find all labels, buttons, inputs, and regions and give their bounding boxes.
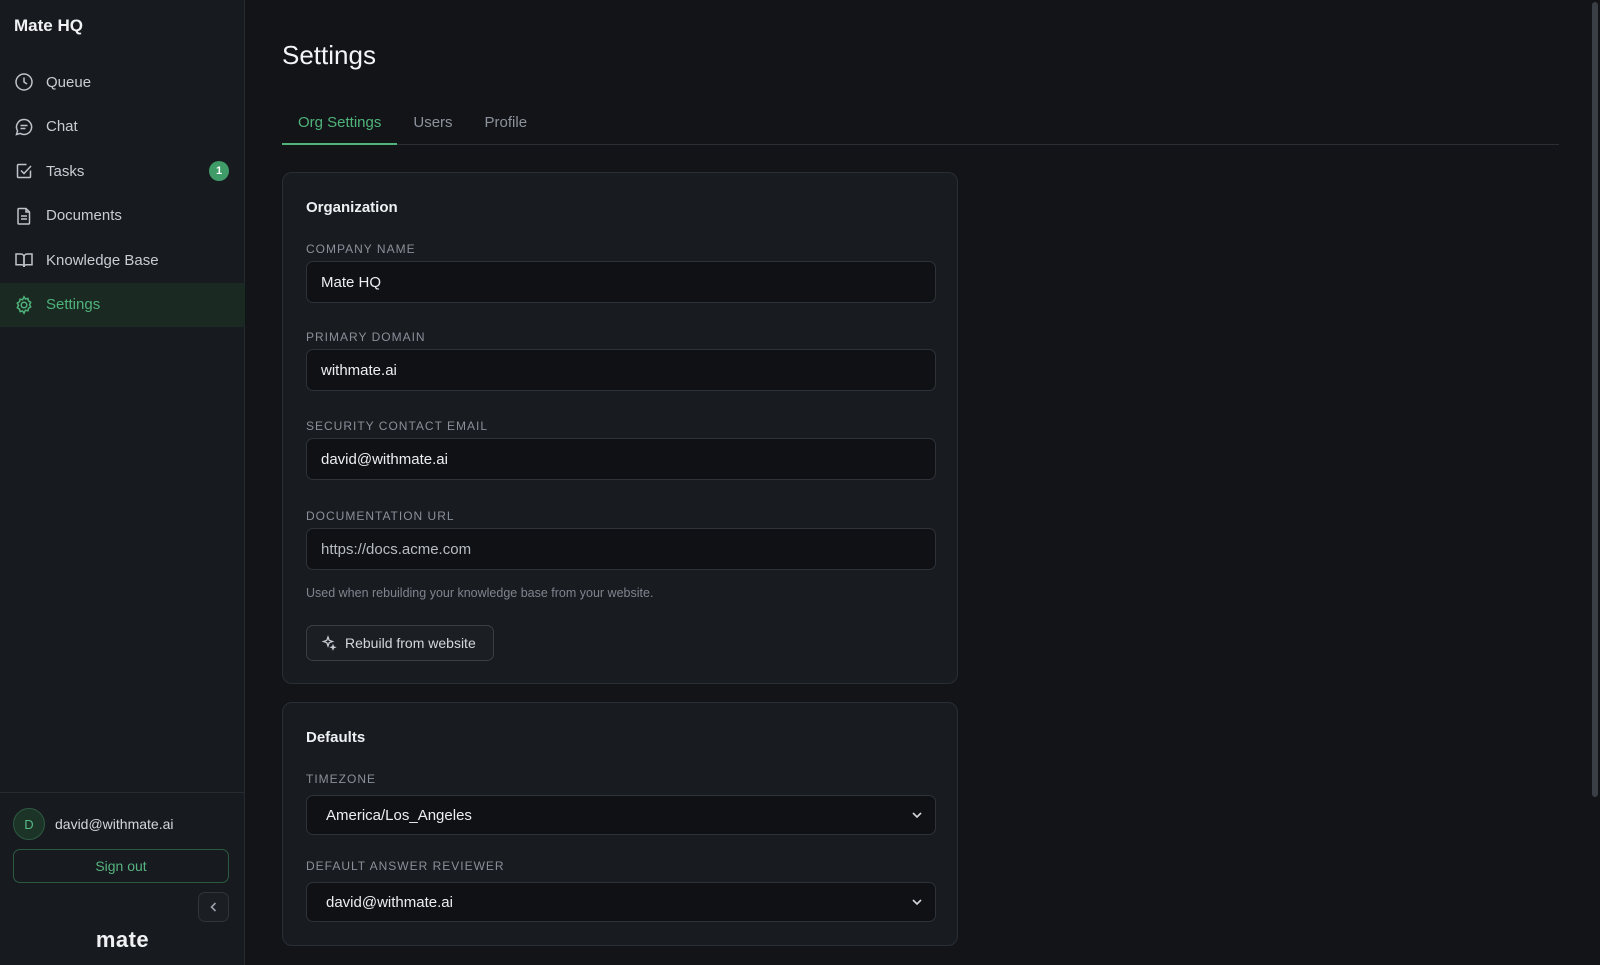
settings-tabs: Org Settings Users Profile: [282, 104, 1559, 145]
primary-domain-field[interactable]: withmate.ai: [306, 349, 936, 391]
sign-out-button[interactable]: Sign out: [13, 849, 229, 883]
sidebar-item-label: Knowledge Base: [46, 251, 159, 269]
tab-profile[interactable]: Profile: [469, 104, 544, 145]
app-title: Mate HQ: [14, 16, 83, 35]
tasks-count-badge: 1: [209, 161, 229, 182]
timezone-select[interactable]: America/Los_Angeles: [306, 795, 936, 835]
documentation-url-field[interactable]: https://docs.acme.com: [306, 528, 936, 570]
sidebar-item-label: Settings: [46, 296, 101, 314]
default-reviewer-label: DEFAULT ANSWER REVIEWER: [306, 859, 505, 873]
clock-icon: [14, 72, 34, 92]
user-email: david@withmate.ai: [55, 816, 174, 832]
chevron-left-icon: [209, 902, 216, 912]
gear-icon: [14, 295, 34, 315]
rebuild-from-website-button[interactable]: Rebuild from website: [306, 625, 494, 661]
main-content: Settings Org Settings Users Profile Orga…: [245, 0, 1600, 965]
defaults-card: Defaults TIMEZONE America/Los_Angeles DE…: [282, 702, 958, 946]
company-name-field[interactable]: Mate HQ: [306, 261, 936, 303]
book-icon: [14, 250, 34, 270]
sidebar-item-settings[interactable]: Settings: [0, 282, 245, 327]
company-name-label: COMPANY NAME: [306, 242, 416, 256]
page-scrollbar[interactable]: [1590, 0, 1600, 965]
rebuild-button-label: Rebuild from website: [345, 635, 476, 651]
sidebar-item-documents[interactable]: Documents: [0, 194, 245, 238]
tab-org-settings[interactable]: Org Settings: [282, 104, 398, 145]
sidebar-item-knowledge-base[interactable]: Knowledge Base: [0, 238, 245, 282]
documentation-url-help: Used when rebuilding your knowledge base…: [306, 586, 654, 600]
sidebar-item-chat[interactable]: Chat: [0, 105, 245, 149]
avatar: D: [13, 808, 45, 840]
sidebar-item-queue[interactable]: Queue: [0, 60, 245, 104]
organization-card: Organization COMPANY NAME Mate HQ PRIMAR…: [282, 172, 958, 684]
scrollbar-thumb[interactable]: [1592, 2, 1598, 797]
sidebar-item-label: Chat: [46, 118, 78, 136]
page-title: Settings: [282, 40, 376, 70]
sidebar-item-label: Queue: [46, 73, 92, 91]
sparkles-icon: [321, 635, 337, 651]
sidebar-item-label: Documents: [46, 207, 122, 225]
sidebar-item-label: Tasks: [46, 162, 85, 180]
primary-domain-label: PRIMARY DOMAIN: [306, 330, 426, 344]
default-reviewer-select[interactable]: david@withmate.ai: [306, 882, 936, 922]
brand-logo: mate: [95, 927, 150, 952]
sidebar-item-tasks[interactable]: Tasks 1: [0, 149, 245, 193]
documentation-url-label: DOCUMENTATION URL: [306, 509, 455, 523]
chat-bubble-icon: [14, 117, 34, 137]
security-email-field[interactable]: david@withmate.ai: [306, 438, 936, 480]
sidebar-nav: Queue Chat Tasks 1 Documents Knowledge B…: [0, 60, 245, 328]
sidebar-footer: D david@withmate.ai Sign out mate: [0, 792, 245, 965]
defaults-title: Defaults: [306, 729, 366, 746]
organization-title: Organization: [306, 199, 398, 216]
tab-users[interactable]: Users: [397, 104, 468, 145]
document-icon: [14, 206, 34, 226]
default-reviewer-value: david@withmate.ai: [326, 893, 453, 911]
collapse-sidebar-button[interactable]: [198, 892, 229, 922]
security-email-label: SECURITY CONTACT EMAIL: [306, 419, 489, 433]
chevron-down-icon: [912, 899, 922, 906]
timezone-label: TIMEZONE: [306, 772, 376, 786]
checkbox-icon: [14, 161, 34, 181]
chevron-down-icon: [912, 812, 922, 819]
timezone-value: America/Los_Angeles: [326, 806, 472, 824]
user-info: D david@withmate.ai: [13, 808, 174, 840]
sidebar: Mate HQ Queue Chat Tasks 1 Documents Kno…: [0, 0, 245, 965]
